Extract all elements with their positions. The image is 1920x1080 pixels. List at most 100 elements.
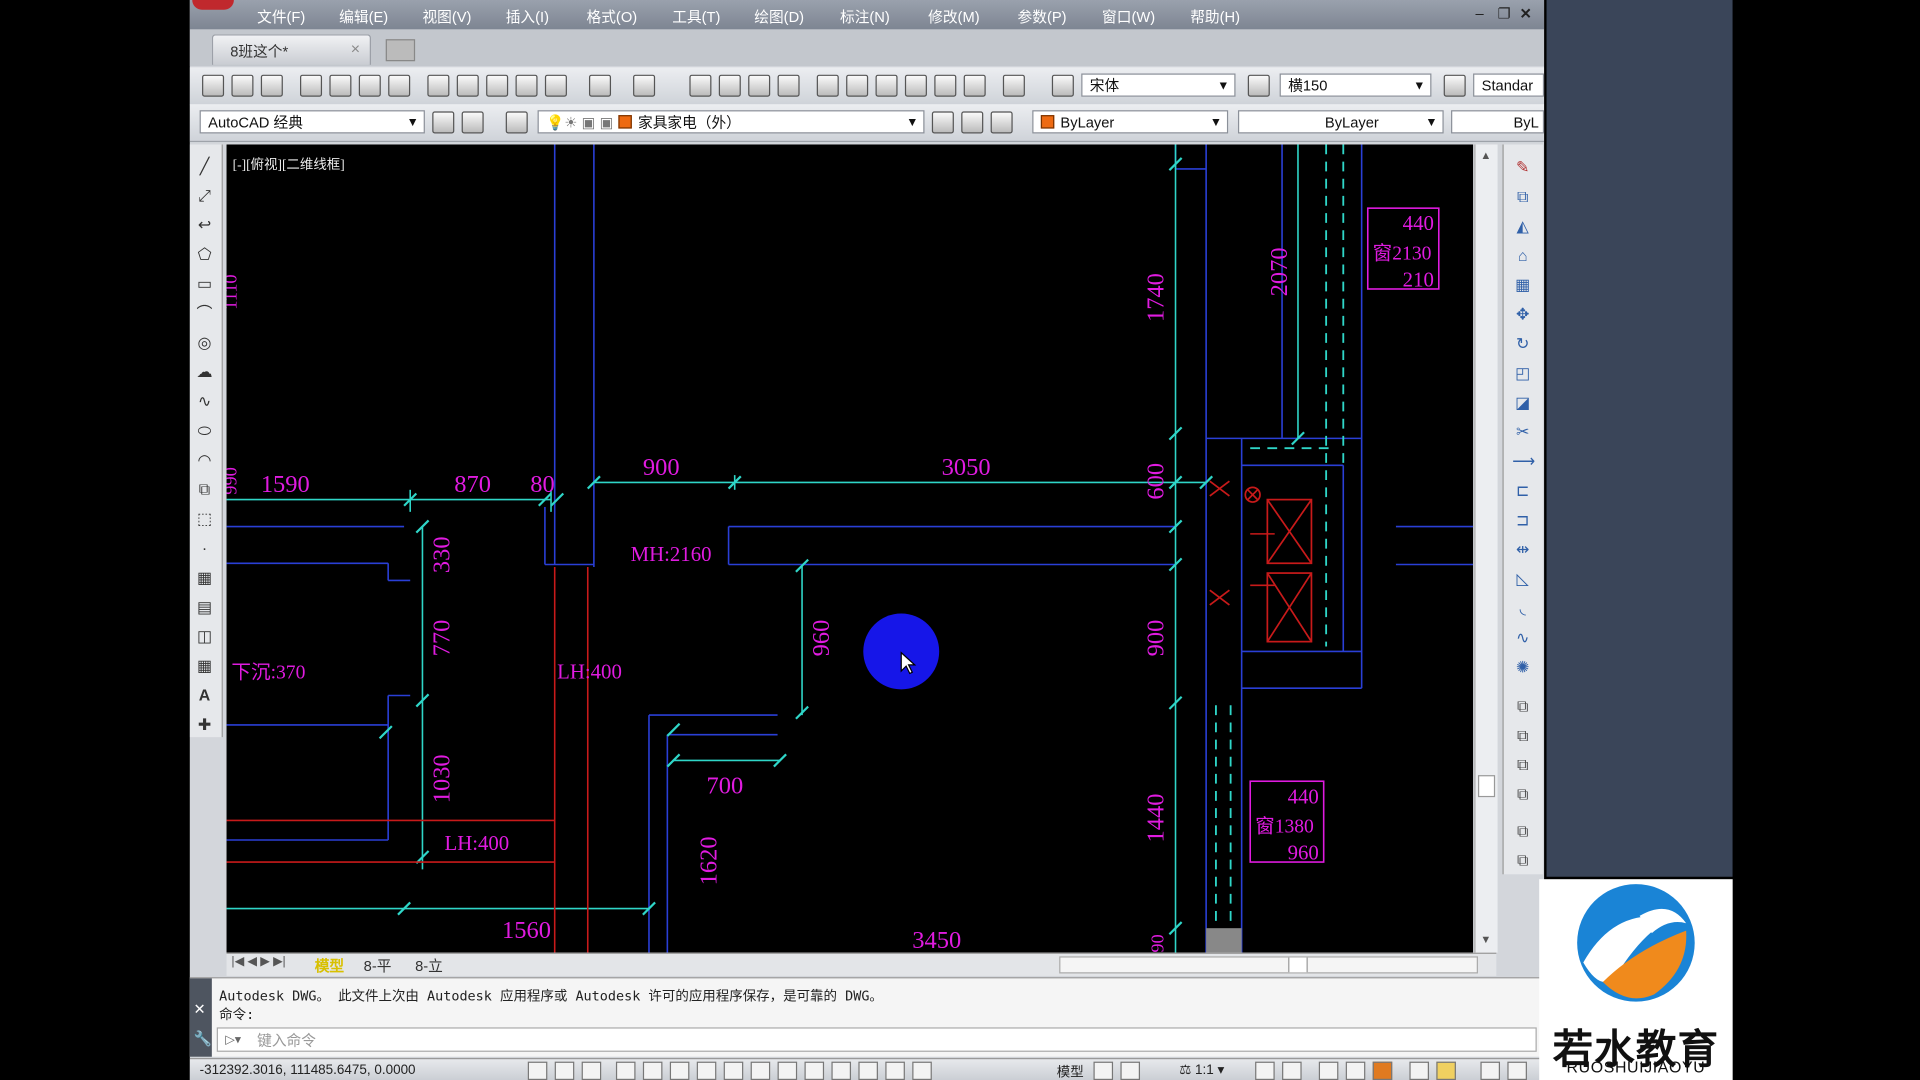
menu-help[interactable]: 帮助(H)	[1190, 6, 1240, 27]
text-style-icon[interactable]	[1051, 74, 1074, 97]
draworder-front-icon[interactable]: ⧉	[1512, 696, 1533, 717]
application-menu-button[interactable]	[192, 0, 234, 10]
pan-icon[interactable]	[689, 74, 712, 97]
isolate-objects-icon[interactable]	[1409, 1061, 1429, 1080]
command-prompt-icon[interactable]: ▷▾	[225, 1029, 241, 1053]
menu-insert[interactable]: 插入(I)	[506, 6, 549, 27]
match-properties-icon[interactable]	[515, 74, 538, 97]
tab-8-plan[interactable]: 8-平	[364, 955, 392, 976]
new-file-icon[interactable]	[202, 74, 225, 97]
scroll-down-icon[interactable]: ▼	[1480, 933, 1491, 945]
menu-file[interactable]: 文件(F)	[257, 6, 305, 27]
zoom-realtime-icon[interactable]	[718, 74, 741, 97]
redo-icon[interactable]	[633, 74, 656, 97]
block-editor-icon[interactable]	[544, 74, 567, 97]
grid-icon[interactable]	[554, 1061, 575, 1080]
paste-icon[interactable]	[486, 74, 509, 97]
open-file-icon[interactable]	[231, 74, 254, 97]
ellipse-icon[interactable]: ⬭	[195, 421, 215, 441]
copy-icon[interactable]	[456, 74, 479, 97]
menu-tools[interactable]: 工具(T)	[672, 6, 720, 27]
print-preview-icon[interactable]	[329, 74, 352, 97]
trim-icon[interactable]: ✂	[1512, 421, 1533, 442]
construction-line-icon[interactable]: ⤢	[195, 186, 215, 206]
command-close-icon[interactable]: ✕	[193, 1000, 205, 1017]
draworder-back-icon[interactable]: ⧉	[1512, 725, 1533, 746]
markup-icon[interactable]	[934, 74, 957, 97]
workspace-dropdown[interactable]: AutoCAD 经典 ▼	[199, 110, 425, 134]
status-menu-icon[interactable]	[1480, 1061, 1501, 1080]
annotation-monitor-icon[interactable]	[885, 1061, 905, 1080]
rectangle-icon[interactable]: ▭	[195, 274, 215, 294]
save-icon[interactable]	[260, 74, 283, 97]
chamfer-icon[interactable]: ◺	[1512, 568, 1533, 589]
help-icon[interactable]	[1002, 74, 1025, 97]
table-style-icon[interactable]	[1443, 74, 1466, 97]
gradient-icon[interactable]: ▤	[195, 598, 215, 618]
properties-icon[interactable]	[816, 74, 839, 97]
command-customize-icon[interactable]: 🔧	[193, 1030, 211, 1047]
draworder-below-icon[interactable]: ⧉	[1512, 784, 1533, 805]
insert-block-icon[interactable]: ⧉	[195, 480, 215, 500]
close-icon[interactable]: ✕	[1520, 5, 1532, 22]
stretch-icon[interactable]: ◪	[1512, 392, 1533, 413]
floor-plan-drawing[interactable]: [-][俯视][二维线框] 1590 870 80 900 3050 1560 …	[226, 144, 1474, 953]
otrack-icon[interactable]	[696, 1061, 717, 1080]
hatch-icon[interactable]: ▦	[195, 568, 215, 588]
dim-style-icon[interactable]	[1247, 74, 1270, 97]
explode-icon[interactable]: ✺	[1512, 656, 1533, 677]
viewport-label[interactable]: [-][俯视][二维线框]	[233, 157, 345, 172]
move-icon[interactable]: ✥	[1512, 304, 1533, 325]
menu-dimension[interactable]: 标注(N)	[840, 6, 890, 27]
text-style-dropdown[interactable]: 宋体 ▼	[1081, 73, 1236, 97]
table-style-dropdown[interactable]: Standar	[1473, 73, 1545, 97]
menu-edit[interactable]: 编辑(E)	[339, 6, 388, 27]
transparency-icon[interactable]	[804, 1061, 825, 1080]
light-bulb-icon[interactable]	[1436, 1061, 1456, 1080]
rotate-icon[interactable]: ↻	[1512, 333, 1533, 354]
command-input[interactable]: ▷▾ 键入命令	[216, 1027, 1537, 1053]
menu-parameter[interactable]: 参数(P)	[1018, 6, 1067, 27]
ortho-icon[interactable]	[581, 1061, 602, 1080]
copy-object-icon[interactable]: ⧉	[1512, 186, 1533, 207]
clean-screen-icon[interactable]	[1507, 1061, 1527, 1080]
dyn-input-icon[interactable]	[750, 1061, 771, 1080]
linetype-dropdown[interactable]: ByLayer ▼	[1237, 110, 1444, 134]
tab-close-icon[interactable]: ×	[351, 39, 360, 57]
minimize-icon[interactable]: –	[1476, 5, 1484, 22]
scale-icon[interactable]: ◰	[1512, 362, 1533, 383]
offset-icon[interactable]: ⌂	[1512, 245, 1533, 266]
polygon-icon[interactable]: ⬠	[195, 245, 215, 265]
3d-osnap-icon[interactable]	[669, 1061, 690, 1080]
layer-dropdown[interactable]: 💡☀ ▣ ▣ 家具家电（外） ▼	[537, 110, 925, 134]
scroll-up-icon[interactable]: ▲	[1480, 149, 1491, 161]
layer-properties-icon[interactable]	[505, 111, 528, 134]
menu-draw[interactable]: 绘图(D)	[754, 6, 804, 27]
zoom-previous-icon[interactable]	[777, 74, 800, 97]
customize-icon[interactable]	[461, 111, 484, 134]
text-front-icon[interactable]: ⧉	[1512, 820, 1533, 841]
model-space-label[interactable]: 模型	[1057, 1062, 1084, 1080]
cut-icon[interactable]	[427, 74, 450, 97]
print-icon[interactable]	[300, 74, 323, 97]
break-at-point-icon[interactable]: ⊏	[1512, 480, 1533, 501]
line-icon[interactable]: ╱	[195, 157, 215, 177]
command-window-handle[interactable]: ✕ 🔧	[189, 978, 212, 1057]
add-selected-icon[interactable]: ✚	[195, 715, 215, 735]
scroll-thumb[interactable]	[1477, 775, 1496, 798]
quick-view-drawings-icon[interactable]	[1120, 1061, 1141, 1080]
lineweight-dropdown[interactable]: ByL	[1451, 110, 1545, 134]
menu-format[interactable]: 格式(O)	[587, 6, 638, 27]
selection-cycling-icon[interactable]	[858, 1061, 878, 1080]
workspace-switch-icon[interactable]	[1318, 1061, 1339, 1080]
annotation-scale[interactable]: ⚖ 1:1 ▾	[1179, 1062, 1224, 1078]
tool-palettes-icon[interactable]	[875, 74, 898, 97]
workspace-settings-icon[interactable]	[432, 111, 455, 134]
ducs-icon[interactable]	[723, 1061, 744, 1080]
zoom-window-icon[interactable]	[748, 74, 771, 97]
point-icon[interactable]: ·	[195, 539, 215, 559]
multiline-text-icon[interactable]: A	[195, 686, 215, 706]
blend-curves-icon[interactable]: ∿	[1512, 627, 1533, 648]
revcloud-icon[interactable]: ☁	[195, 362, 215, 382]
sheet-set-icon[interactable]	[904, 74, 927, 97]
